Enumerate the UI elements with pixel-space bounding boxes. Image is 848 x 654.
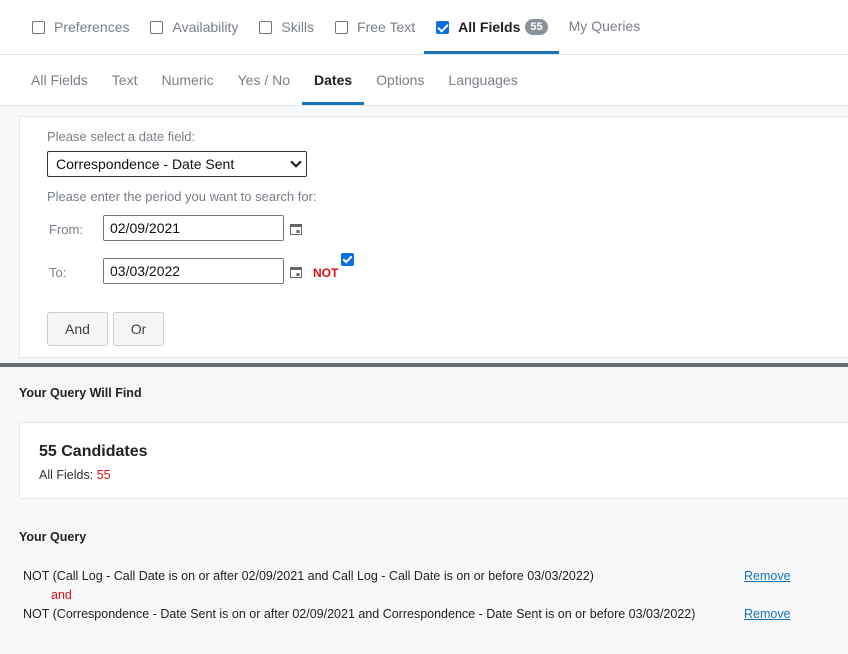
date-query-form: Please select a date field: Corresponden… <box>19 116 848 358</box>
query-line: NOT (Correspondence - Date Sent is on or… <box>23 607 696 621</box>
to-date-input[interactable]: 03/03/2022 <box>103 258 284 284</box>
top-tab-bar: Preferences Availability Skills Free Tex… <box>0 0 848 55</box>
or-button[interactable]: Or <box>113 312 164 346</box>
subtab-text[interactable]: Text <box>100 55 150 105</box>
calendar-icon[interactable] <box>290 223 302 235</box>
query-title: Your Query <box>19 530 87 544</box>
subtab-options-label: Options <box>376 72 425 88</box>
tab-preferences-label: Preferences <box>54 19 130 35</box>
result-breakdown: All Fields: 55 <box>39 468 111 482</box>
subtab-all-fields-label: All Fields <box>31 72 88 88</box>
tab-preferences[interactable]: Preferences <box>30 0 140 54</box>
results-title: Your Query Will Find <box>19 386 142 400</box>
all-fields-count-badge: 55 <box>525 19 548 35</box>
tab-all-fields[interactable]: All Fields 55 <box>424 0 560 54</box>
from-date-input[interactable]: 02/09/2021 <box>103 215 284 241</box>
subtab-numeric-label: Numeric <box>161 72 214 88</box>
tab-availability[interactable]: Availability <box>148 0 249 54</box>
query-line: NOT (Call Log - Call Date is on or after… <box>23 569 594 583</box>
to-label: To: <box>49 265 67 280</box>
subtab-text-label: Text <box>111 72 138 88</box>
subtab-dates-label: Dates <box>314 72 353 88</box>
period-label: Please enter the period you want to sear… <box>47 189 317 204</box>
subtab-yes-no[interactable]: Yes / No <box>226 55 302 105</box>
candidate-count: 55 Candidates <box>39 443 148 460</box>
skills-checkbox[interactable] <box>259 20 273 34</box>
tab-my-queries-label: My Queries <box>568 18 641 34</box>
tab-skills-label: Skills <box>281 19 315 35</box>
subtab-languages-label: Languages <box>448 72 518 88</box>
date-field-select[interactable]: Correspondence - Date Sent <box>47 151 307 177</box>
not-checkbox[interactable] <box>341 253 354 266</box>
subtab-options[interactable]: Options <box>364 55 436 105</box>
result-breakdown-value: 55 <box>96 468 111 482</box>
preferences-checkbox[interactable] <box>32 20 45 34</box>
remove-link[interactable]: Remove <box>744 607 791 621</box>
remove-link[interactable]: Remove <box>744 569 791 583</box>
not-label: NOT <box>313 266 339 280</box>
chevron-down-icon <box>290 156 302 168</box>
subtab-languages[interactable]: Languages <box>436 55 529 105</box>
and-button[interactable]: And <box>47 312 108 346</box>
date-field-select-value: Correspondence - Date Sent <box>56 156 235 172</box>
date-field-label: Please select a date field: <box>47 129 196 144</box>
availability-checkbox[interactable] <box>150 20 164 34</box>
query-connector: and <box>51 588 72 602</box>
tab-all-fields-label: All Fields <box>458 19 521 35</box>
result-breakdown-label: All Fields: <box>39 468 94 482</box>
all-fields-checkbox[interactable] <box>436 20 450 34</box>
from-label: From: <box>49 222 83 237</box>
section-divider <box>0 363 848 367</box>
from-date-value: 02/09/2021 <box>110 220 181 236</box>
subtab-dates[interactable]: Dates <box>302 55 365 105</box>
tab-free-text-label: Free Text <box>357 19 416 35</box>
tab-free-text[interactable]: Free Text <box>333 0 426 54</box>
calendar-icon[interactable] <box>290 266 302 278</box>
subtab-numeric[interactable]: Numeric <box>149 55 225 105</box>
results-card: 55 Candidates All Fields: 55 <box>19 422 848 499</box>
tab-my-queries[interactable]: My Queries <box>567 0 652 54</box>
free-text-checkbox[interactable] <box>335 20 349 34</box>
subtab-all-fields[interactable]: All Fields <box>19 55 100 105</box>
tab-skills[interactable]: Skills <box>257 0 325 54</box>
subtab-yes-no-label: Yes / No <box>237 72 291 88</box>
sub-tab-bar: All Fields Text Numeric Yes / No Dates O… <box>0 55 848 106</box>
to-date-value: 03/03/2022 <box>110 263 181 279</box>
tab-availability-label: Availability <box>172 19 239 35</box>
